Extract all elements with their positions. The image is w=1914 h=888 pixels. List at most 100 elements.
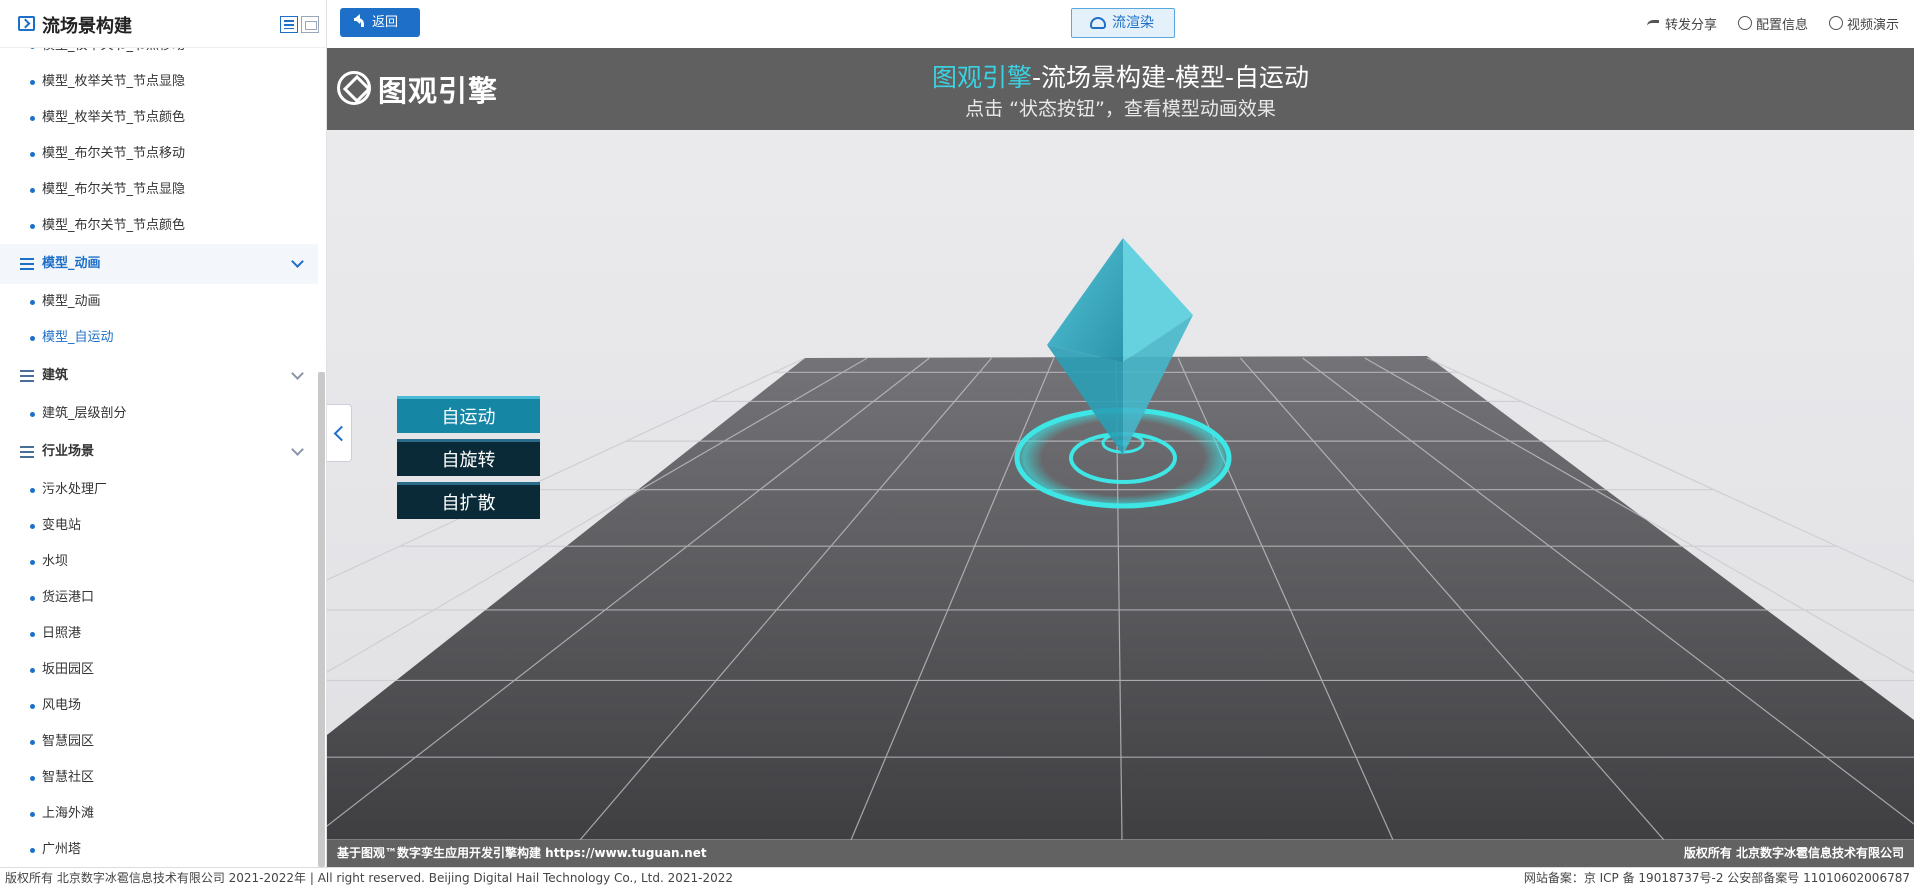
state-button-self-spread[interactable]: 自扩散	[397, 482, 540, 519]
bullet-icon	[30, 704, 35, 709]
tree-item[interactable]: 模型_枚举关节_节点显隐	[0, 64, 318, 100]
tree-item[interactable]: 污水处理厂	[0, 472, 318, 508]
bullet-icon	[30, 740, 35, 745]
scene-title-rest: -流场景构建-模型-自运动	[1031, 63, 1310, 92]
tree-item[interactable]: 模型_动画	[0, 284, 318, 320]
bullet-icon	[30, 412, 35, 417]
back-label: 返回	[372, 15, 399, 30]
tree-item-label: 智慧园区	[42, 734, 95, 749]
share-link[interactable]: 转发分享	[1647, 14, 1717, 33]
play-icon	[1829, 16, 1843, 30]
tree-item-label: 模型_枚举关节_节点显隐	[42, 74, 186, 89]
tree-item[interactable]: 模型_布尔关节_节点显隐	[0, 172, 318, 208]
video-label: 视频演示	[1847, 18, 1900, 33]
tree-item-label: 模型_自运动	[42, 330, 114, 345]
tree-item[interactable]: 智慧园区	[0, 724, 318, 760]
tree-item-label: 智慧社区	[42, 770, 95, 785]
tree-group[interactable]: 行业场景	[0, 432, 318, 472]
tree-item[interactable]: 广州塔	[0, 832, 318, 867]
tree-item[interactable]: 上海外滩	[0, 796, 318, 832]
scene-banner: 图观引擎 图观引擎-流场景构建-模型-自运动 点击 “状态按钮”，查看模型动画效…	[327, 48, 1914, 130]
tree-item-label: 污水处理厂	[42, 482, 108, 497]
bullet-icon	[30, 812, 35, 817]
scene-tree: 模型_枚举关节_节点移动模型_枚举关节_节点显隐模型_枚举关节_节点颜色模型_布…	[0, 28, 318, 867]
bullet-icon	[30, 848, 35, 853]
tree-group[interactable]: 模型_动画	[0, 244, 318, 284]
tree-item-label: 模型_枚举关节_节点颜色	[42, 110, 186, 125]
tree-item-label: 风电场	[42, 698, 82, 713]
tree-item-label: 水坝	[42, 554, 69, 569]
config-label: 配置信息	[1756, 18, 1809, 33]
video-link[interactable]: 视频演示	[1829, 14, 1899, 33]
list-view-icon[interactable]	[280, 16, 298, 33]
share-label: 转发分享	[1665, 18, 1718, 33]
viewport-footer: 基于图观™数字孪生应用开发引擎构建 https://www.tuguan.net…	[327, 840, 1914, 867]
sidebar-scrollbar[interactable]	[318, 372, 325, 867]
tree-item-label: 模型_布尔关节_节点颜色	[42, 218, 186, 233]
info-icon	[1738, 16, 1752, 30]
chevron-down-icon[interactable]	[291, 443, 304, 456]
bullet-icon	[30, 632, 35, 637]
tree-item[interactable]: 建筑_层级剖分	[0, 396, 318, 432]
stream-render-button[interactable]: 流渲染	[1071, 8, 1175, 38]
scene-subtitle: 点击 “状态按钮”，查看模型动画效果	[965, 98, 1276, 120]
bullet-icon	[30, 300, 35, 305]
copyright-text: 版权所有 北京数字冰雹信息技术有限公司 2021-2022年 | All rig…	[5, 871, 734, 885]
bullet-icon	[30, 524, 35, 529]
config-link[interactable]: 配置信息	[1738, 14, 1808, 33]
chevron-down-icon[interactable]	[291, 255, 304, 268]
sidebar: 流场景构建 模型_枚举关节_节点移动模型_枚举关节_节点显隐模型_枚举关节_节点…	[0, 0, 327, 867]
tree-item-label: 日照港	[42, 626, 82, 641]
tree-item-label: 坂田园区	[42, 662, 95, 677]
tree-item[interactable]: 变电站	[0, 508, 318, 544]
tree-item-label: 建筑_层级剖分	[42, 406, 127, 421]
cloud-icon	[1090, 17, 1106, 29]
image-view-icon[interactable]	[301, 16, 319, 33]
scene-canvas[interactable]	[327, 130, 1914, 840]
collapse-panel-button[interactable]	[327, 404, 352, 462]
scene-title-highlight: 图观引擎	[931, 63, 1032, 92]
back-button[interactable]: 返回	[340, 8, 420, 37]
tree-item[interactable]: 模型_枚举关节_节点颜色	[0, 100, 318, 136]
tree-group[interactable]: 建筑	[0, 356, 318, 396]
tree-group-label: 模型_动画	[42, 256, 101, 271]
bullet-icon	[30, 336, 35, 341]
chevron-down-icon[interactable]	[291, 367, 304, 380]
engine-credit: 基于图观™数字孪生应用开发引擎构建 https://www.tuguan.net	[337, 846, 707, 860]
sidebar-header: 流场景构建	[0, 0, 326, 48]
tree-item-label: 模型_布尔关节_节点显隐	[42, 182, 186, 197]
tree-item[interactable]: 模型_布尔关节_节点移动	[0, 136, 318, 172]
render-label: 流渲染	[1112, 15, 1154, 31]
tree-item[interactable]: 风电场	[0, 688, 318, 724]
bullet-icon	[30, 188, 35, 193]
tree-item[interactable]: 智慧社区	[0, 760, 318, 796]
state-button-self-rotate[interactable]: 自旋转	[397, 439, 540, 476]
tree-item-label: 模型_动画	[42, 294, 101, 309]
bullet-icon	[30, 668, 35, 673]
bullet-icon	[30, 560, 35, 565]
tree-item[interactable]: 日照港	[0, 616, 318, 652]
tree-item[interactable]: 货运港口	[0, 580, 318, 616]
tree-item[interactable]: 水坝	[0, 544, 318, 580]
tree-item-label: 广州塔	[42, 842, 82, 857]
scene-viewport[interactable]: 图观引擎 图观引擎-流场景构建-模型-自运动 点击 “状态按钮”，查看模型动画效…	[327, 48, 1914, 867]
bullet-icon	[30, 596, 35, 601]
icp-record: 网站备案：京 ICP 备 19018737号-2 公安部备案号 11010602…	[1523, 871, 1910, 885]
bullet-icon	[30, 152, 35, 157]
app-title: 流场景构建	[42, 16, 132, 37]
state-button-self-motion[interactable]: 自运动	[397, 396, 540, 433]
tree-item-label: 上海外滩	[42, 806, 95, 821]
tree-item[interactable]: 模型_布尔关节_节点颜色	[0, 208, 318, 244]
viewport-copyright: 版权所有 北京数字冰雹信息技术有限公司	[1683, 846, 1904, 860]
share-icon	[1647, 20, 1659, 28]
bullet-icon	[30, 776, 35, 781]
list-icon	[20, 370, 34, 382]
tree-item-label: 变电站	[42, 518, 82, 533]
page-footer: 版权所有 北京数字冰雹信息技术有限公司 2021-2022年 | All rig…	[0, 867, 1914, 888]
tree-item[interactable]: 模型_自运动	[0, 320, 318, 356]
tree-group-label: 建筑	[42, 368, 69, 383]
bullet-icon	[30, 80, 35, 85]
back-arrow-icon	[354, 14, 364, 27]
tree-item[interactable]: 坂田园区	[0, 652, 318, 688]
tree-item-label: 货运港口	[42, 590, 95, 605]
